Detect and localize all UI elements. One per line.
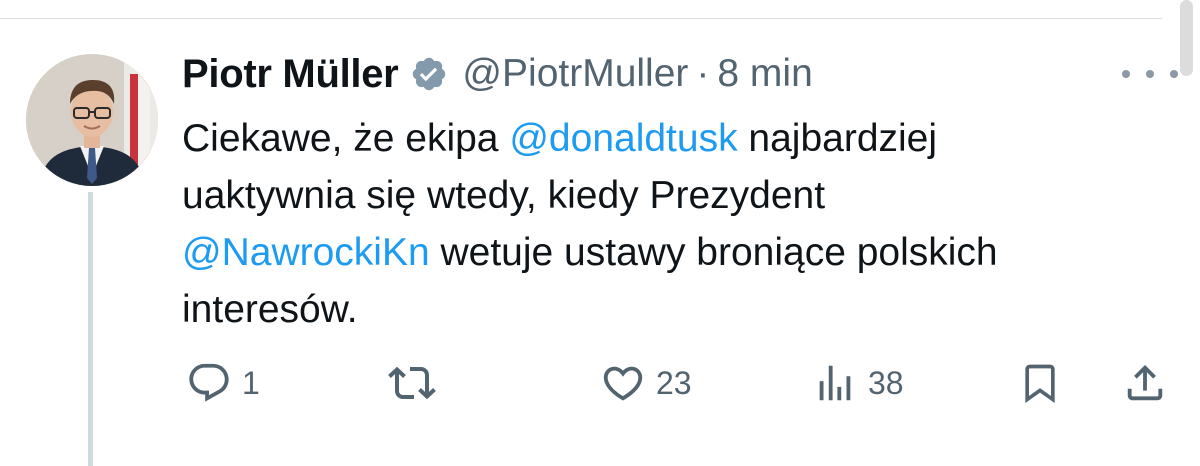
- like-icon: [603, 366, 643, 401]
- tweet-line-1: Ciekawe, że ekipa @donaldtusk najbardzie…: [182, 110, 1157, 167]
- reply-count: 1: [242, 364, 260, 401]
- timestamp[interactable]: 8 min: [717, 52, 812, 96]
- more-options-icon[interactable]: [1122, 62, 1178, 86]
- tweet-line-3: @NawrockiKn wetuje ustawy broniące polsk…: [182, 224, 1157, 281]
- mention-nawrockikn[interactable]: @NawrockiKn: [182, 231, 430, 274]
- reply-icon: [189, 363, 229, 402]
- text-segment: najbardziej: [737, 117, 938, 160]
- tweet-line-2: uaktywnia się wtedy, kiedy Prezydent: [182, 174, 826, 217]
- bookmark-button[interactable]: [1018, 358, 1062, 408]
- text-segment: Ciekawe, że ekipa: [182, 117, 510, 160]
- like-button[interactable]: 23: [600, 358, 692, 408]
- views-count: 38: [868, 364, 904, 401]
- tweet-text: Ciekawe, że ekipa @donaldtusk najbardzie…: [182, 110, 1157, 338]
- action-bar: 1 23 38: [0, 358, 1200, 408]
- avatar-image: [26, 54, 158, 186]
- reply-button[interactable]: 1: [186, 358, 260, 408]
- tweet-container: Piotr Müller @PiotrMuller · 8 min Ciekaw…: [0, 0, 1200, 466]
- views-icon: [819, 365, 851, 401]
- avatar[interactable]: [26, 54, 158, 186]
- scrollbar-thumb[interactable]: [1180, 0, 1193, 76]
- top-divider: [0, 18, 1162, 19]
- tweet-header: Piotr Müller @PiotrMuller · 8 min: [182, 50, 813, 98]
- display-name[interactable]: Piotr Müller: [182, 52, 399, 97]
- handle[interactable]: @PiotrMuller: [462, 52, 688, 96]
- separator-dot: ·: [696, 52, 710, 95]
- views-button[interactable]: 38: [812, 358, 904, 408]
- tweet-line-4: interesów.: [182, 288, 358, 331]
- mention-donaldtusk[interactable]: @donaldtusk: [509, 117, 737, 160]
- text-segment: wetuje ustawy broniące polskich: [429, 231, 998, 274]
- bookmark-icon: [1025, 364, 1055, 404]
- like-count: 23: [656, 364, 692, 401]
- retweet-icon: [388, 366, 436, 400]
- share-button[interactable]: [1122, 358, 1168, 408]
- thread-line: [88, 192, 93, 466]
- share-icon: [1127, 364, 1163, 401]
- retweet-button[interactable]: [388, 358, 446, 408]
- verified-badge-icon[interactable]: [410, 55, 448, 93]
